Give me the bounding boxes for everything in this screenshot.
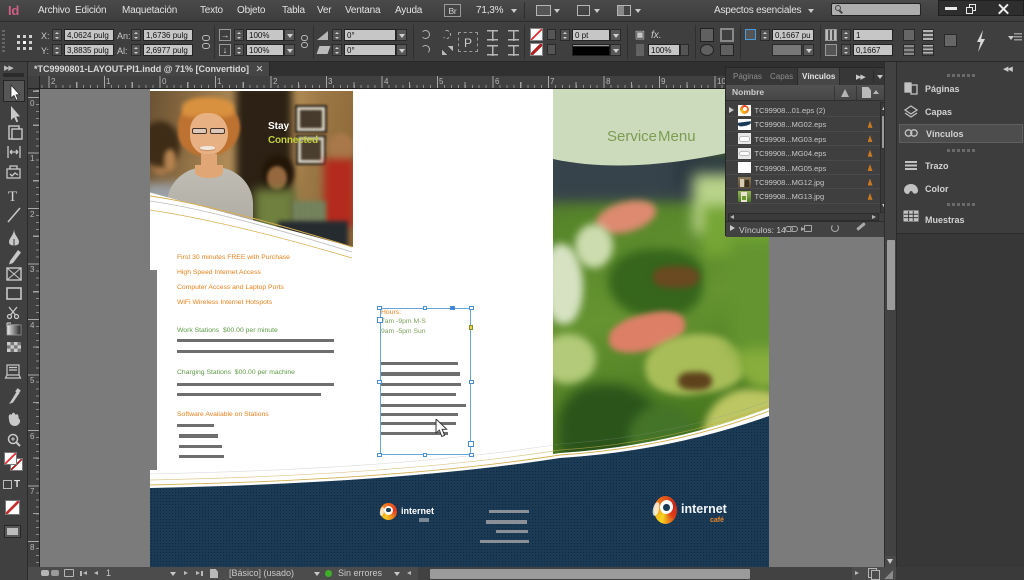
svg-text:T: T [8,189,17,205]
